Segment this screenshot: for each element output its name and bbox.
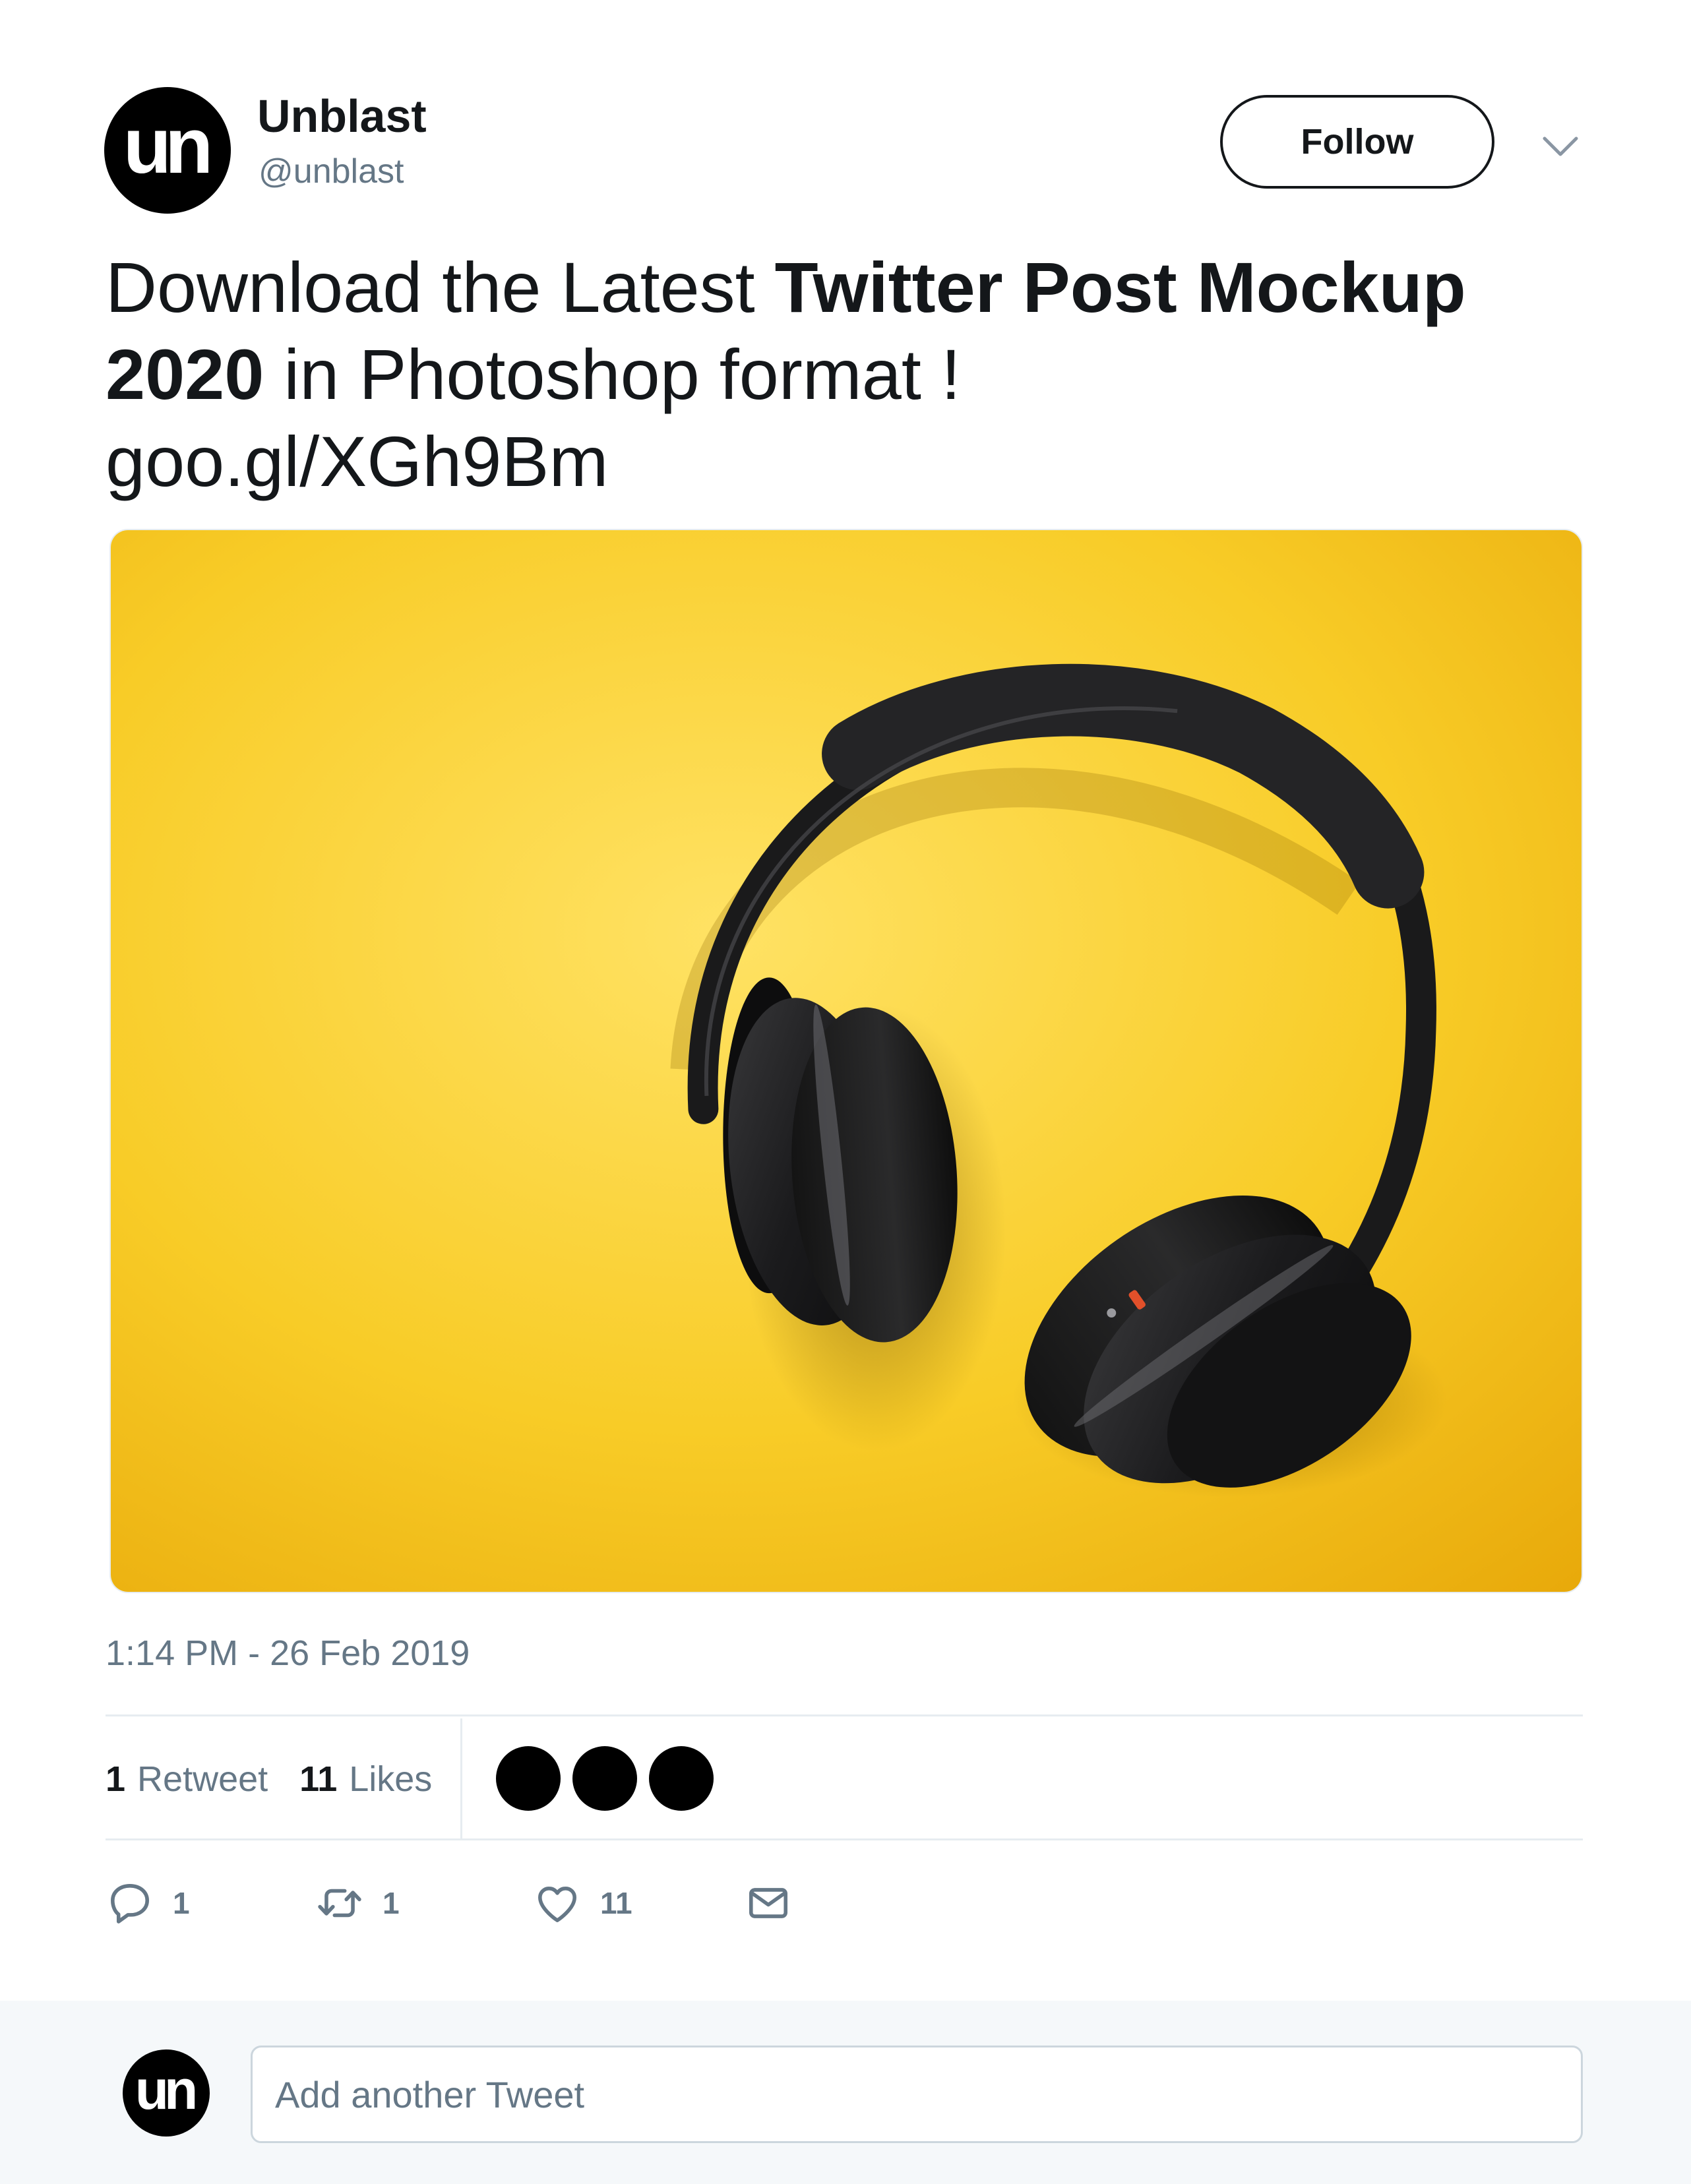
avatar-initials: un: [123, 102, 214, 190]
liker-avatar[interactable]: [572, 1746, 637, 1811]
chevron-down-icon[interactable]: [1541, 129, 1580, 162]
author-handle[interactable]: @unblast: [259, 152, 404, 191]
author-display-name[interactable]: Unblast: [257, 91, 427, 142]
reply-icon: [111, 1884, 149, 1924]
mail-icon: [749, 1888, 787, 1918]
headphones-photo: [111, 530, 1582, 1592]
tweet-card: un Unblast @unblast Follow Download the …: [0, 0, 1691, 2001]
retweet-stat-label: Retweet: [137, 1759, 268, 1799]
liker-avatar[interactable]: [649, 1746, 714, 1811]
reply-composer: un: [0, 2001, 1691, 2184]
reply-button[interactable]: 1: [106, 1870, 190, 1936]
tweet-timestamp[interactable]: 1:14 PM - 26 Feb 2019: [106, 1633, 470, 1674]
avatar-initials: un: [135, 2059, 199, 2121]
retweet-stat-count: 1: [106, 1759, 126, 1799]
retweet-button[interactable]: 1: [315, 1870, 400, 1936]
likes-stat-label: Likes: [349, 1759, 433, 1799]
heart-icon: [538, 1887, 576, 1922]
tweet-media-image[interactable]: [109, 529, 1583, 1593]
user-avatar[interactable]: un: [123, 2049, 210, 2137]
likes-stat-count: 11: [299, 1759, 338, 1799]
like-count: 11: [600, 1886, 632, 1920]
likes-stat[interactable]: 11 Likes: [299, 1759, 432, 1800]
stats-separator: [460, 1718, 462, 1840]
divider-top: [106, 1714, 1583, 1716]
tweet-stats: 1 Retweet 11 Likes: [106, 1718, 464, 1840]
direct-message-button[interactable]: [744, 1870, 793, 1936]
tweet-text-part2: in Photoshop format !: [264, 334, 961, 414]
retweet-count: 1: [383, 1886, 400, 1920]
divider-bottom: [106, 1838, 1583, 1840]
add-tweet-input[interactable]: [251, 2046, 1583, 2143]
liker-avatar[interactable]: [496, 1746, 561, 1811]
tweet-text: Download the Latest Twitter Post Mockup …: [106, 244, 1596, 505]
tweet-text-part1: Download the Latest: [106, 247, 775, 327]
tweet-link[interactable]: goo.gl/XGh9Bm: [106, 418, 1596, 505]
like-button[interactable]: 11: [533, 1870, 632, 1936]
follow-button[interactable]: Follow: [1220, 95, 1494, 189]
retweet-stat[interactable]: 1 Retweet: [106, 1759, 268, 1800]
author-avatar[interactable]: un: [104, 87, 231, 214]
retweet-icon: [318, 1889, 361, 1918]
reply-count: 1: [173, 1886, 190, 1920]
